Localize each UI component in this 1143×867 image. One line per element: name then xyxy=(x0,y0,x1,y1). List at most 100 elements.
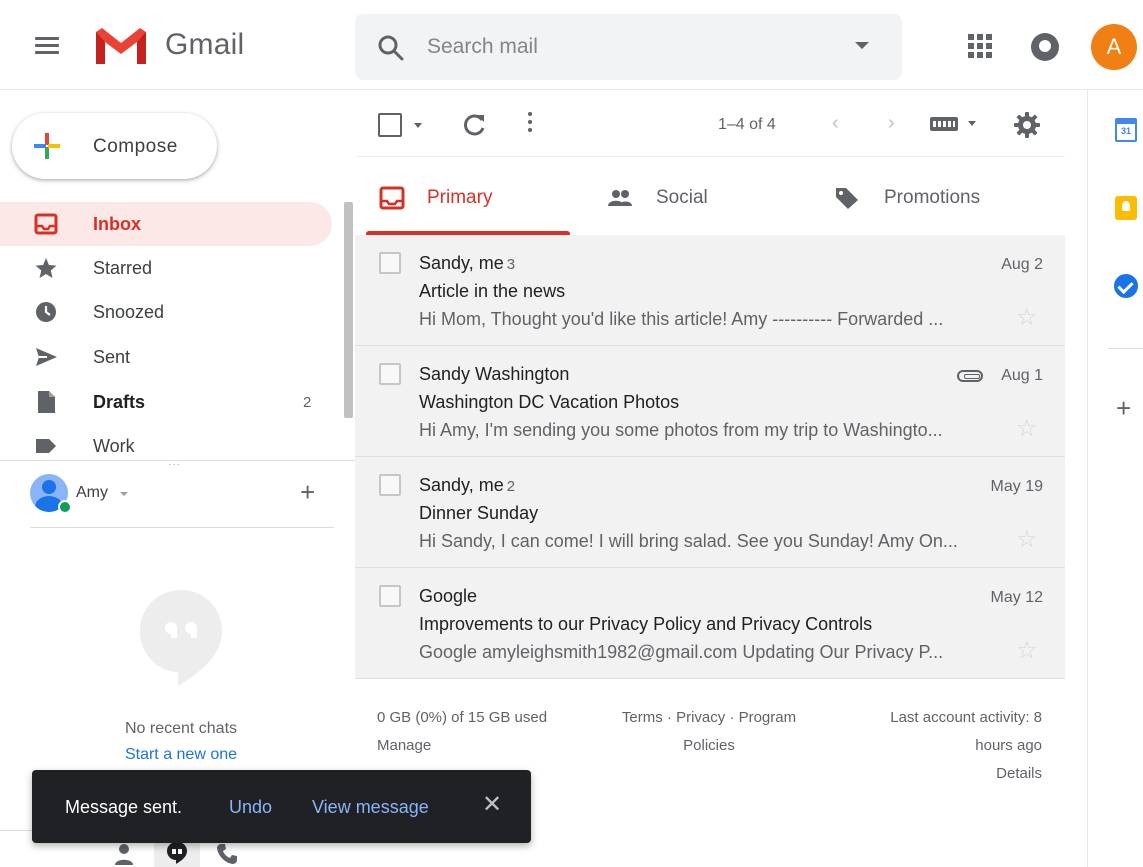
storage-usage: 0 GB (0%) of 15 GB used Manage xyxy=(377,704,547,760)
sidebar-item-label: Starred xyxy=(93,258,153,278)
email-sender: Google xyxy=(419,586,478,606)
pagination-count: 1–4 of 4 xyxy=(718,116,776,133)
clock-icon xyxy=(36,302,56,322)
thread-count: 3 xyxy=(506,256,516,273)
select-options-chevron-icon[interactable] xyxy=(414,123,422,128)
account-activity: Last account activity: 8 hours ago Detai… xyxy=(820,704,1042,788)
undo-button[interactable]: Undo xyxy=(229,797,272,818)
search-options-chevron-icon[interactable] xyxy=(855,42,869,49)
last-activity-text: hours ago xyxy=(975,737,1042,754)
star-icon xyxy=(35,258,57,278)
phone-icon[interactable] xyxy=(216,843,240,865)
hamburger-menu-icon[interactable] xyxy=(30,30,64,60)
gmail-wordmark[interactable]: Gmail xyxy=(165,28,244,62)
search-icon[interactable] xyxy=(377,34,405,62)
email-checkbox[interactable] xyxy=(379,474,401,496)
email-row[interactable]: Sandy Washington Aug 1 Washington DC Vac… xyxy=(355,346,1065,457)
snackbar-message: Message sent. xyxy=(65,797,183,817)
hangouts-user: Amy + xyxy=(30,474,330,514)
drafts-count: 2 xyxy=(303,394,312,411)
email-checkbox[interactable] xyxy=(379,252,401,274)
email-subject: Washington DC Vacation Photos xyxy=(419,392,680,412)
email-snippet: Google amyleighsmith1982@gmail.com Updat… xyxy=(419,642,944,662)
view-message-button[interactable]: View message xyxy=(312,797,429,818)
search-input[interactable] xyxy=(427,32,827,62)
email-subject: Dinner Sunday xyxy=(419,503,539,523)
email-checkbox[interactable] xyxy=(379,363,401,385)
google-apps-icon[interactable] xyxy=(968,34,992,58)
footer-separator: · xyxy=(729,709,735,726)
star-icon[interactable]: ☆ xyxy=(1016,639,1038,663)
compose-button[interactable]: Compose xyxy=(12,113,217,179)
close-icon[interactable]: ✕ xyxy=(482,792,502,818)
online-status-icon xyxy=(58,500,72,514)
label-icon xyxy=(36,439,56,453)
sidebar-item-label: Snoozed xyxy=(93,302,165,322)
terms-link[interactable]: Terms xyxy=(622,709,663,726)
sidebar-scrollbar[interactable] xyxy=(344,202,353,418)
star-icon[interactable]: ☆ xyxy=(1016,306,1038,330)
draft-icon xyxy=(38,391,55,413)
email-sender: Sandy, me 2 xyxy=(419,475,516,495)
email-subject: Article in the news xyxy=(419,281,566,301)
sidebar-item-starred[interactable]: Starred xyxy=(0,246,332,290)
activity-details-link[interactable]: Details xyxy=(996,765,1042,782)
sidebar-item-sent[interactable]: Sent xyxy=(0,335,332,379)
search-bar[interactable] xyxy=(355,14,902,80)
previous-page-icon[interactable]: ‹ xyxy=(832,112,839,135)
contacts-icon[interactable] xyxy=(113,843,135,865)
sidebar-item-inbox[interactable]: Inbox xyxy=(0,202,332,246)
email-row[interactable]: Sandy, me 3 Aug 2 Article in the news Hi … xyxy=(355,235,1065,346)
resize-handle[interactable]: ··· xyxy=(168,460,181,470)
gear-icon[interactable] xyxy=(1013,111,1041,139)
sidebar-item-label: Inbox xyxy=(93,214,141,234)
keyboard-input-tools-icon[interactable] xyxy=(930,117,958,131)
more-options-icon[interactable] xyxy=(526,112,534,138)
email-row[interactable]: Google May 12 Improvements to our Privac… xyxy=(355,568,1065,679)
last-activity-text: Last account activity: 8 xyxy=(890,709,1042,726)
refresh-icon[interactable] xyxy=(461,111,489,139)
email-date: May 19 xyxy=(990,478,1043,495)
new-conversation-plus-icon[interactable]: + xyxy=(300,478,315,506)
tasks-icon[interactable] xyxy=(1114,274,1138,298)
account-avatar[interactable]: A xyxy=(1091,24,1137,70)
manage-storage-link[interactable]: Manage xyxy=(377,737,431,754)
sidebar-item-snoozed[interactable]: Snoozed xyxy=(0,290,332,334)
chevron-down-icon[interactable] xyxy=(968,121,976,126)
sidebar-item-drafts[interactable]: Drafts 2 xyxy=(0,380,332,424)
email-snippet: Hi Mom, Thought you'd like this article!… xyxy=(419,309,944,329)
start-new-chat-link[interactable]: Start a new one xyxy=(0,746,362,764)
tab-label: Promotions xyxy=(884,187,981,208)
next-page-icon[interactable]: › xyxy=(888,112,895,135)
star-icon[interactable]: ☆ xyxy=(1016,528,1038,552)
email-checkbox[interactable] xyxy=(379,585,401,607)
email-subject: Improvements to our Privacy Policy and P… xyxy=(419,614,873,634)
tab-label: Social xyxy=(656,187,708,208)
star-icon[interactable]: ☆ xyxy=(1016,417,1038,441)
tab-promotions[interactable]: Promotions xyxy=(826,160,1056,235)
storage-text: 0 GB (0%) of 15 GB used xyxy=(377,709,548,726)
notifications-icon[interactable] xyxy=(1031,33,1059,61)
get-addons-plus-icon[interactable]: + xyxy=(1116,394,1131,422)
select-all-checkbox[interactable] xyxy=(378,113,402,137)
side-panel-divider xyxy=(1108,348,1143,349)
email-sender: Sandy Washington xyxy=(419,364,570,384)
compose-plus-icon xyxy=(34,133,60,159)
tag-icon xyxy=(836,188,858,209)
chevron-down-icon[interactable] xyxy=(120,492,128,496)
gmail-logo-icon[interactable] xyxy=(94,26,148,66)
sidebar-item-label: Sent xyxy=(93,347,131,367)
sidebar-item-label: Work xyxy=(93,436,135,456)
hangouts-quote-icon xyxy=(140,590,222,686)
privacy-link[interactable]: Privacy xyxy=(676,709,725,726)
side-panel: 31 + xyxy=(1087,90,1143,867)
tab-primary[interactable]: Primary xyxy=(366,160,596,235)
sidebar-item-work[interactable]: Work xyxy=(0,424,332,460)
tab-social[interactable]: Social xyxy=(596,160,826,235)
email-date: Aug 2 xyxy=(1001,256,1043,273)
hangouts-user-name[interactable]: Amy xyxy=(76,484,108,502)
email-row[interactable]: Sandy, me 2 May 19 Dinner Sunday Hi Sandy… xyxy=(355,457,1065,568)
keep-icon[interactable] xyxy=(1115,196,1137,220)
hangouts-divider xyxy=(30,527,334,528)
inbox-icon xyxy=(379,186,405,210)
